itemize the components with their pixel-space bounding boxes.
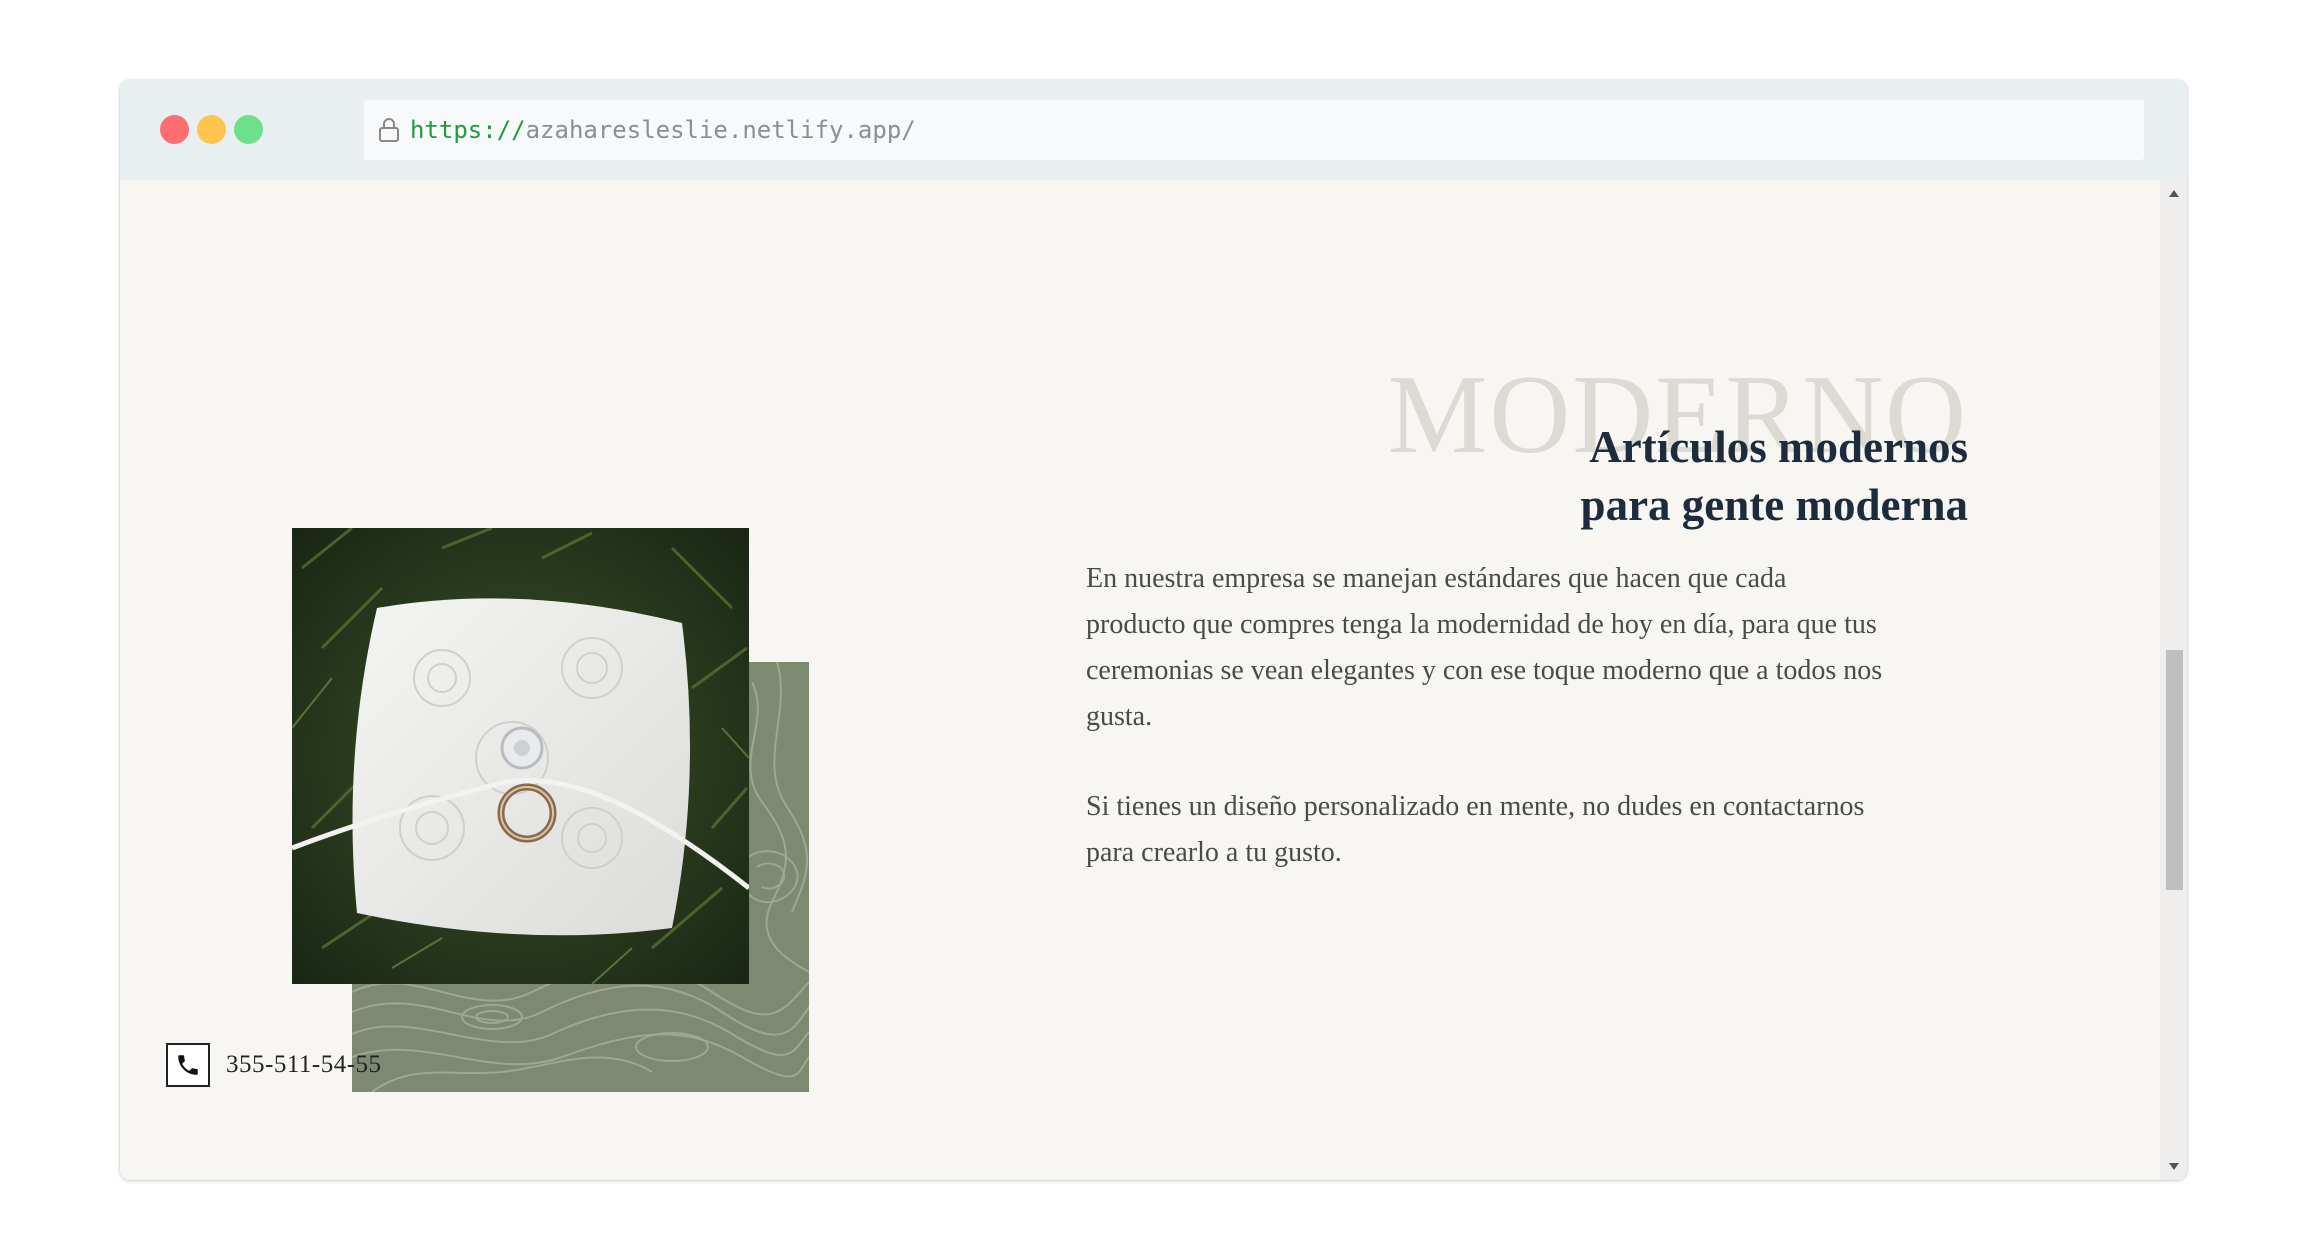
heading-line-1: Artículos modernos — [1589, 422, 1968, 472]
address-bar[interactable]: https://azaharesleslie.netlify.app/ — [364, 100, 2144, 160]
scroll-down-arrow-icon[interactable] — [2169, 1163, 2179, 1170]
minimize-window-button[interactable] — [197, 115, 226, 144]
scrollbar-thumb[interactable] — [2166, 650, 2183, 890]
browser-toolbar: https://azaharesleslie.netlify.app/ — [120, 80, 2187, 180]
section-heading: Artículos modernos para gente moderna — [1581, 418, 1968, 534]
scroll-up-arrow-icon[interactable] — [2169, 190, 2179, 197]
url-text: https://azaharesleslie.netlify.app/ — [410, 115, 916, 145]
phone-icon — [178, 1055, 198, 1075]
vertical-scrollbar[interactable] — [2160, 180, 2187, 1180]
phone-contact[interactable]: 355-511-54-55 — [166, 1043, 382, 1087]
heading-line-2: para gente moderna — [1580, 480, 1968, 530]
close-window-button[interactable] — [160, 115, 189, 144]
browser-window: https://azaharesleslie.netlify.app/ 355-… — [120, 80, 2187, 1180]
url-scheme: https:// — [410, 116, 526, 144]
maximize-window-button[interactable] — [234, 115, 263, 144]
phone-icon-box[interactable] — [166, 1043, 210, 1087]
ring-pillow-photo — [292, 528, 749, 984]
lock-icon — [379, 118, 399, 142]
description-paragraph-2: Si tienes un diseño personalizado en men… — [1086, 791, 1865, 868]
url-host: azaharesleslie.netlify.app/ — [525, 116, 916, 144]
phone-number[interactable]: 355-511-54-55 — [226, 1051, 382, 1079]
description-paragraph-1: En nuestra empresa se manejan estándares… — [1086, 563, 1883, 732]
ring-pillow-image — [292, 528, 749, 984]
page-viewport: 355-511-54-55 MODERNO Artículos modernos… — [120, 180, 2160, 1180]
